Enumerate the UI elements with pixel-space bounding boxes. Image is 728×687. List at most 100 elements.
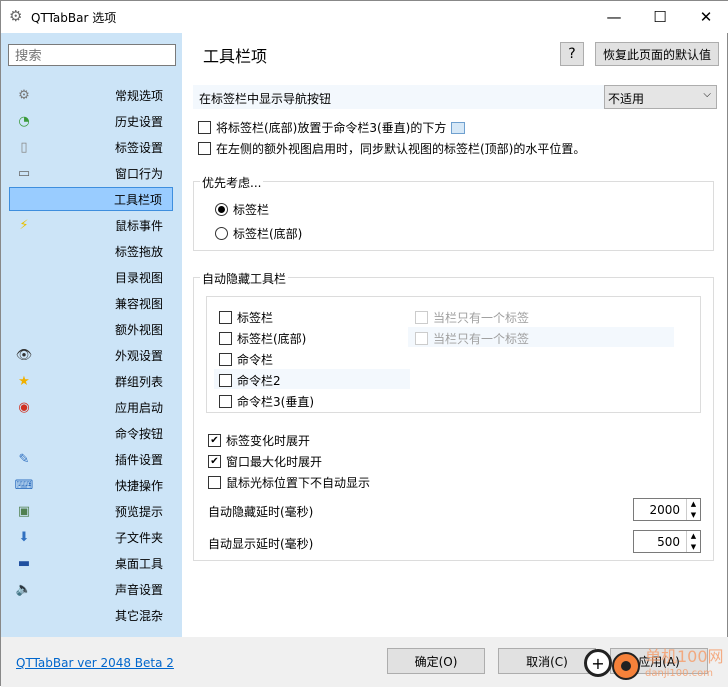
version-link[interactable]: QTTabBar ver 2048 Beta 2: [16, 656, 174, 670]
ok-button[interactable]: 确定(O): [387, 648, 485, 674]
opt-sync-scroll[interactable]: 在左侧的额外视图启用时，同步默认视图的标签栏(顶部)的水平位置。: [198, 140, 585, 157]
sidebar-item[interactable]: 标签拖放: [9, 239, 173, 263]
option-label: 当栏只有一个标签: [433, 311, 530, 325]
option-label: 标签变化时展开: [226, 434, 311, 448]
expand-option[interactable]: ✔ 窗口最大化时展开: [208, 453, 322, 470]
show-delay-label: 自动显示延时(毫秒): [208, 537, 314, 551]
radio[interactable]: [215, 203, 228, 216]
sidebar-item-label: 声音设置: [114, 582, 163, 597]
sidebar-item[interactable]: 子文件夹: [9, 525, 173, 549]
expand-option[interactable]: ✔ 标签变化时展开: [208, 432, 310, 449]
watermark-plus-icon: +: [584, 649, 612, 677]
expand-option[interactable]: 鼠标光标位置下不自动显示: [208, 474, 370, 491]
checkbox[interactable]: [415, 332, 428, 345]
autohide-label: 自动隐藏工具栏: [200, 270, 289, 287]
sidebar-item-label: 插件设置: [114, 452, 163, 467]
spinner-value[interactable]: 500: [634, 531, 686, 552]
autohide-bar-option[interactable]: 命令栏3(垂直): [219, 393, 314, 410]
sidebar-item[interactable]: 其它混杂: [9, 603, 173, 627]
nav-select-value: 不适用: [608, 92, 645, 106]
checkbox[interactable]: ✔: [208, 434, 221, 447]
only-one-tab-1[interactable]: 当栏只有一个标签: [415, 309, 529, 326]
option-label: 命令栏: [237, 353, 274, 367]
down-arrow-icon[interactable]: ▼: [691, 511, 696, 519]
radio-tabbar-bottom[interactable]: 标签栏(底部): [215, 225, 302, 242]
sidebar-item[interactable]: 兼容视图: [9, 291, 173, 315]
sidebar-item[interactable]: 群组列表: [9, 369, 173, 393]
page-title: 工具栏项: [203, 47, 268, 66]
sidebar-item-label: 标签拖放: [114, 244, 163, 259]
layout-icon: [451, 121, 466, 134]
opt-below-cmdbar3[interactable]: 将标签栏(底部)放置于命令栏3(垂直)的下方: [198, 119, 466, 136]
sidebar-item[interactable]: 声音设置: [9, 577, 173, 601]
sidebar-item-label: 标签设置: [114, 140, 163, 155]
sidebar-item[interactable]: 目录视图: [9, 265, 173, 289]
show-delay-spinner[interactable]: 500 ▲ ▼: [633, 530, 701, 553]
checkbox[interactable]: [208, 476, 221, 489]
sidebar-item-label: 额外视图: [114, 322, 163, 337]
sidebar-item[interactable]: 常规选项: [9, 83, 173, 107]
sidebar-item-label: 历史设置: [114, 114, 163, 129]
app-gear-icon: ⚙: [9, 7, 23, 25]
option-label: 鼠标光标位置下不自动显示: [226, 476, 371, 490]
sidebar-item[interactable]: 历史设置: [9, 109, 173, 133]
checkbox[interactable]: [219, 311, 232, 324]
option-label: 将标签栏(底部)放置于命令栏3(垂直)的下方: [216, 121, 447, 135]
down-arrow-icon[interactable]: ▼: [691, 543, 696, 551]
autohide-bar-option[interactable]: 命令栏: [219, 351, 273, 368]
sidebar-item[interactable]: 预览提示: [9, 499, 173, 523]
cancel-button[interactable]: 取消(C): [498, 648, 596, 674]
close-button[interactable]: ✕: [683, 1, 728, 33]
radio-label: 标签栏: [233, 203, 270, 217]
sidebar-item-label: 鼠标事件: [114, 218, 163, 233]
option-label: 命令栏2: [237, 374, 281, 388]
checkbox[interactable]: [219, 353, 232, 366]
sidebar-item-label: 子文件夹: [114, 530, 163, 545]
option-label: 标签栏(底部): [237, 332, 307, 346]
autohide-bar-option[interactable]: 标签栏: [219, 309, 273, 326]
sidebar-item-label: 命令按钮: [114, 426, 163, 441]
sidebar-item[interactable]: 工具栏项: [9, 187, 173, 211]
reset-defaults-button[interactable]: 恢复此页面的默认值: [595, 42, 719, 66]
only-one-tab-2[interactable]: 当栏只有一个标签: [415, 330, 529, 347]
sidebar-item[interactable]: 桌面工具: [9, 551, 173, 575]
sidebar-item-label: 桌面工具: [114, 556, 163, 571]
checkbox[interactable]: [219, 332, 232, 345]
checkbox[interactable]: [415, 311, 428, 324]
radio[interactable]: [215, 227, 228, 240]
sidebar-item[interactable]: 外观设置: [9, 343, 173, 367]
sidebar-item[interactable]: 额外视图: [9, 317, 173, 341]
window-title: QTTabBar 选项: [31, 11, 117, 25]
hide-delay-spinner[interactable]: 2000 ▲ ▼: [633, 498, 701, 521]
spinner-value[interactable]: 2000: [634, 499, 686, 520]
option-label: 窗口最大化时展开: [226, 455, 323, 469]
radio-tabbar[interactable]: 标签栏: [215, 201, 269, 218]
checkbox[interactable]: ✔: [208, 455, 221, 468]
sidebar-item[interactable]: 插件设置: [9, 447, 173, 471]
checkbox[interactable]: [219, 374, 232, 387]
sidebar-item[interactable]: 标签设置: [9, 135, 173, 159]
up-arrow-icon[interactable]: ▲: [691, 532, 696, 540]
autohide-bar-option[interactable]: 标签栏(底部): [219, 330, 306, 347]
checkbox[interactable]: [219, 395, 232, 408]
sidebar-item[interactable]: 窗口行为: [9, 161, 173, 185]
sidebar-item-label: 工具栏项: [113, 192, 162, 207]
search-input[interactable]: [8, 44, 176, 66]
minimize-button[interactable]: —: [591, 1, 637, 33]
sidebar-item[interactable]: 快捷操作: [9, 473, 173, 497]
maximize-button[interactable]: ☐: [637, 1, 683, 33]
autohide-bar-option[interactable]: 命令栏2: [219, 372, 281, 389]
option-label: 当栏只有一个标签: [433, 332, 530, 346]
nav-buttons-select[interactable]: 不适用 ⌵: [604, 85, 717, 109]
option-label: 命令栏3(垂直): [237, 395, 314, 409]
radio-label: 标签栏(底部): [233, 227, 303, 241]
sidebar-item[interactable]: 鼠标事件: [9, 213, 173, 237]
watermark-url: danji100.com: [645, 668, 713, 679]
sidebar-item[interactable]: 应用启动: [9, 395, 173, 419]
sidebar-item-label: 常规选项: [114, 88, 163, 103]
checkbox[interactable]: [198, 121, 211, 134]
checkbox[interactable]: [198, 142, 211, 155]
up-arrow-icon[interactable]: ▲: [691, 500, 696, 508]
sidebar-item[interactable]: 命令按钮: [9, 421, 173, 445]
help-button[interactable]: ?: [560, 42, 584, 66]
